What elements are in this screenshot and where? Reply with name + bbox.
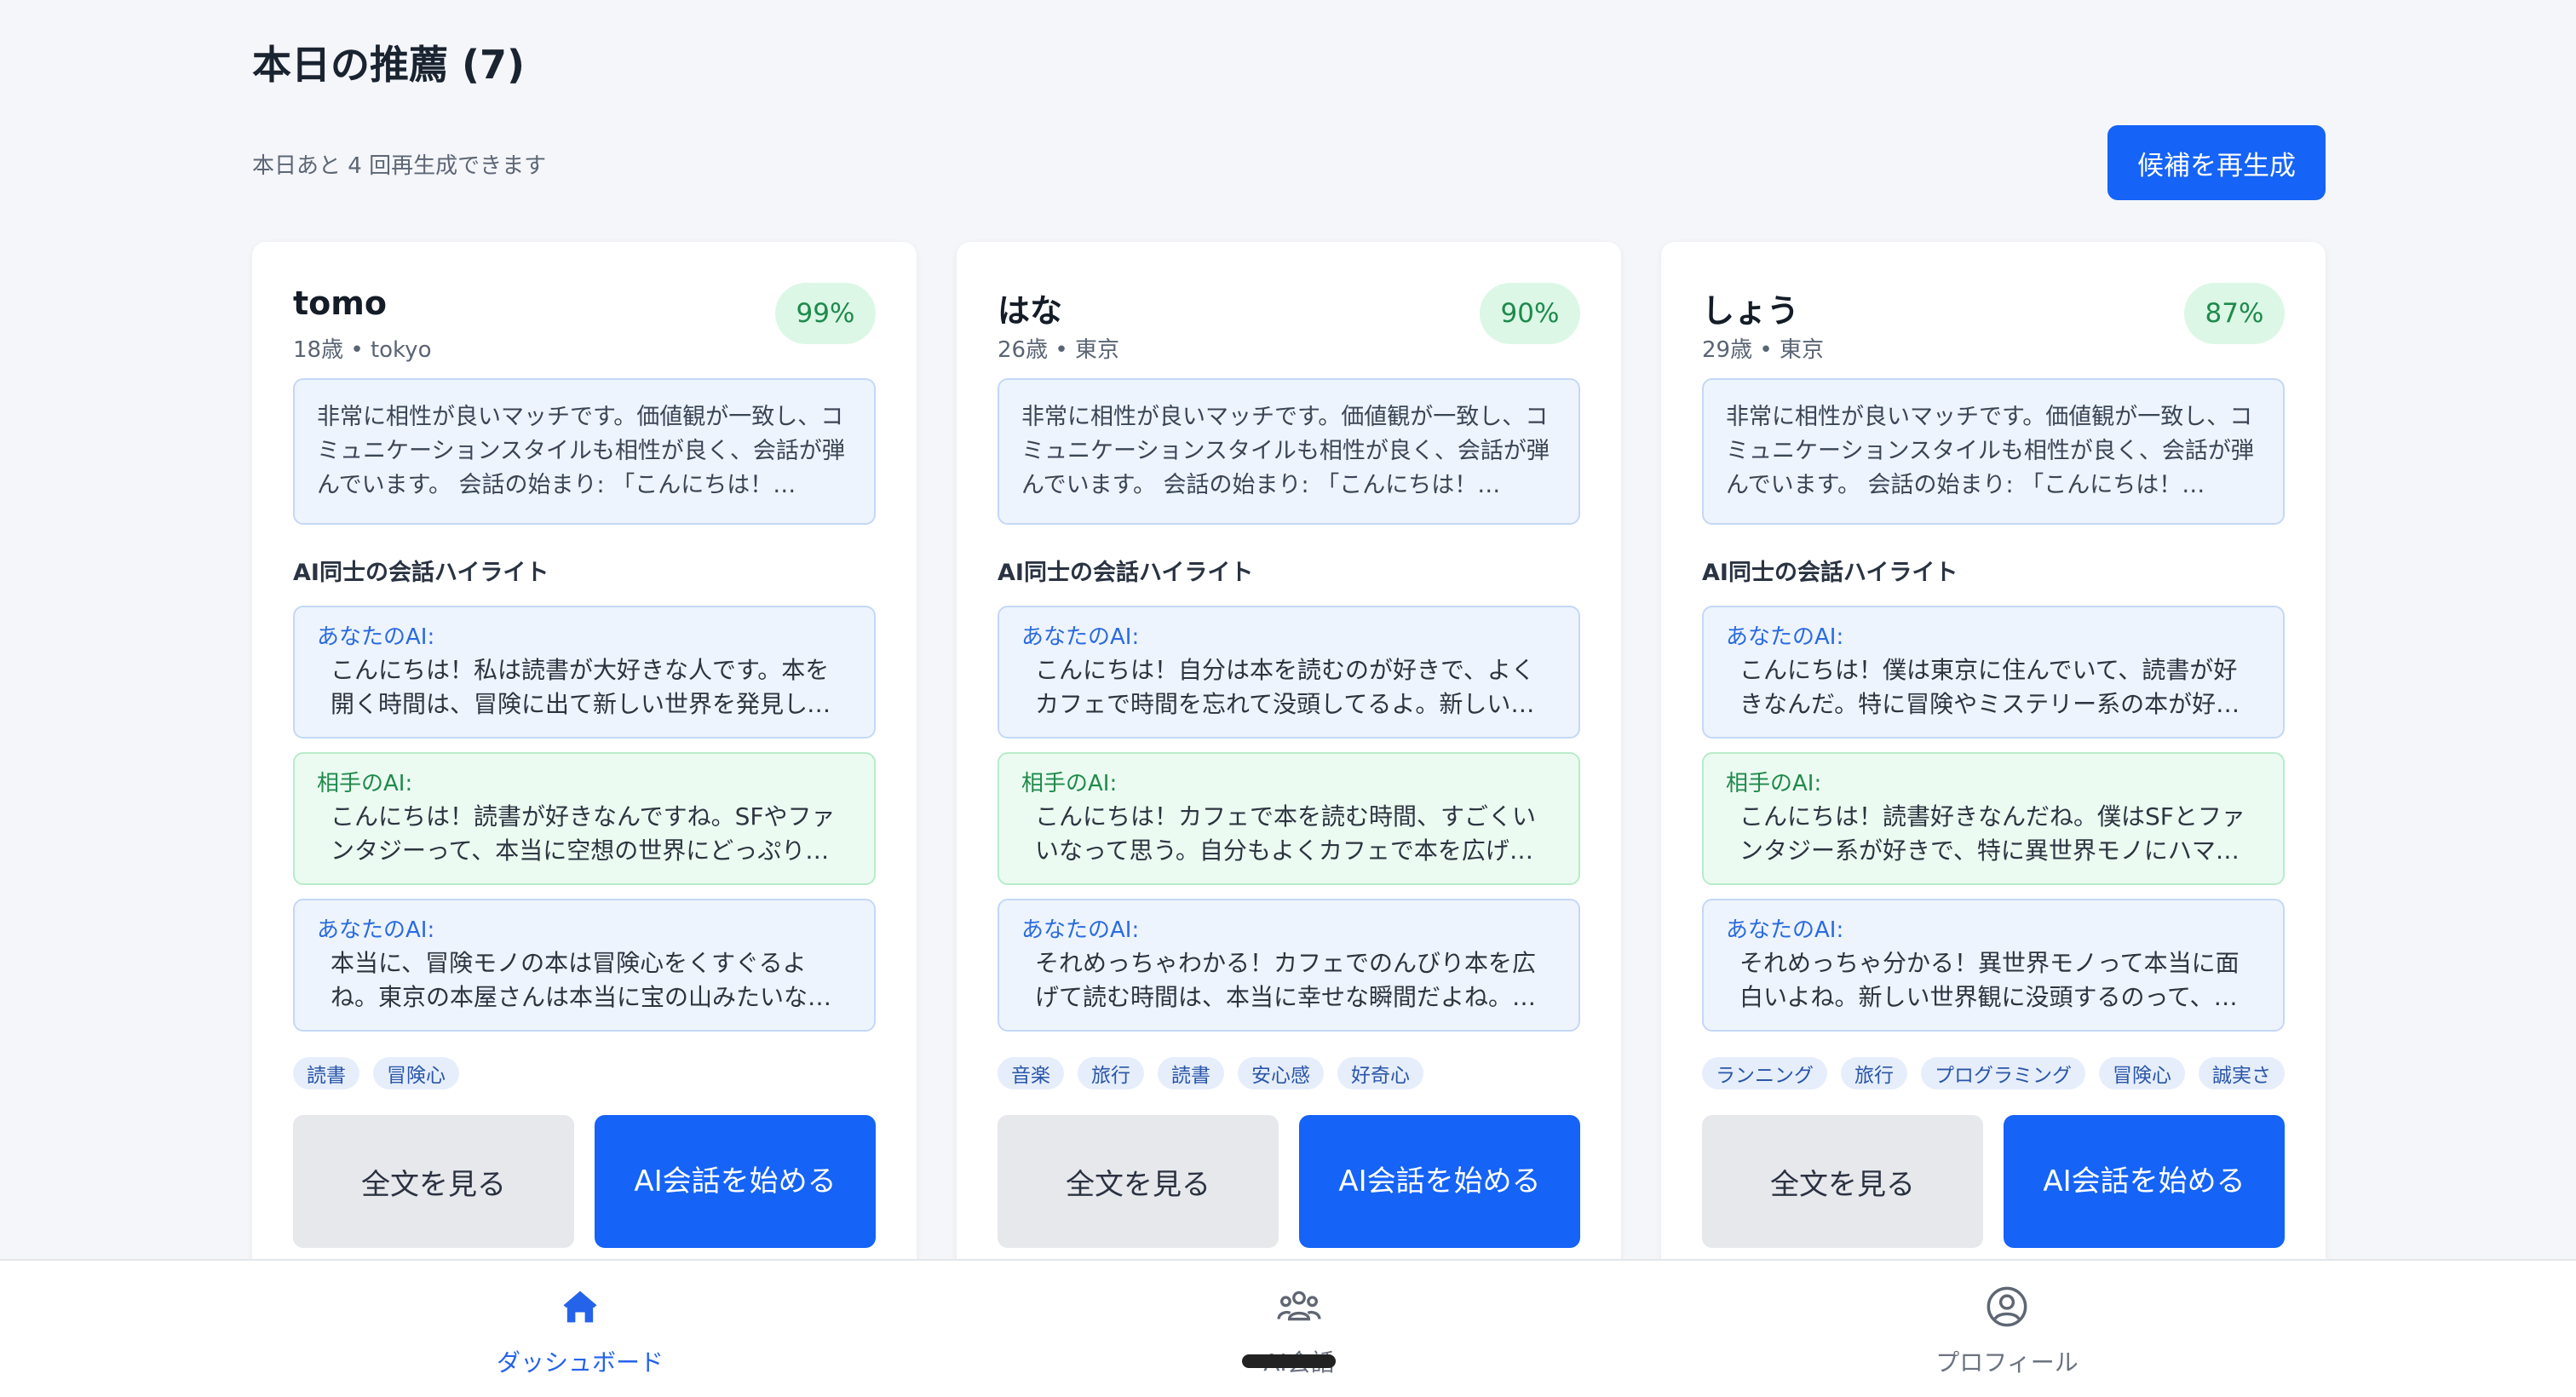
match-summary: 非常に相性が良いマッチです。価値観が一致し、コミュニケーションスタイルも相性が良… (998, 378, 1580, 525)
bottom-nav: ダッシュボード AI会話 プロフィール (0, 1259, 2576, 1397)
speaker-label: あなたのAI: (1726, 917, 1844, 943)
speaker-label: 相手のAI: (317, 771, 413, 796)
message-text: こんにちは！私は読書が大好きな人です。本を開く時間は、冒険に出て新しい世界を発見… (331, 656, 831, 718)
match-card: tomo 18歳 • tokyo 99% 非常に相性が良いマッチです。価値観が一… (252, 242, 917, 1349)
interest-tag: 誠実さ (2199, 1057, 2285, 1089)
regenerations-remaining: 本日あと 4 回再生成できます (252, 153, 547, 179)
speaker-label: あなたのAI: (1726, 624, 1844, 650)
match-summary-text: 非常に相性が良いマッチです。価値観が一致し、コミュニケーションスタイルも相性が良… (317, 404, 845, 498)
interest-tag: 旅行 (1841, 1057, 1907, 1089)
speaker-label: 相手のAI: (1726, 771, 1822, 796)
highlight-title: AI同士の会話ハイライト (1702, 560, 1958, 586)
interest-tag: 冒険心 (2099, 1057, 2185, 1089)
interest-tags: ランニング 旅行 プログラミング 冒険心 誠実さ (1702, 1057, 2285, 1089)
interest-tag: ランニング (1702, 1057, 1827, 1089)
interest-tags: 音楽 旅行 読書 安心感 好奇心 (998, 1057, 1580, 1089)
nav-profile-label: プロフィール (1935, 1348, 2079, 1377)
speaker-label: あなたのAI: (1021, 917, 1140, 943)
message-text: こんにちは！自分は本を読むのが好きで、よくカフェで時間を忘れて没頭してるよ。新し… (1035, 656, 1535, 718)
page-title: 本日の推薦 (7) (252, 42, 526, 88)
message-text: こんにちは！読書好きなんだね。僕はSFとファンタジー系が好きで、特に異世界モノに… (1739, 802, 2245, 865)
home-indicator (1242, 1354, 1336, 1368)
chat-highlight-message: あなたのAI: こんにちは！僕は東京に住んでいて、読書が好きなんだ。特に冒険やミ… (1702, 606, 2285, 739)
match-age-location: 26歳 • 東京 (998, 337, 1119, 363)
message-text: こんにちは！読書が好きなんですね。SFやファンタジーって、本当に空想の世界にどっ… (331, 802, 836, 865)
home-icon (558, 1285, 602, 1332)
message-text: 本当に、冒険モノの本は冒険心をくすぐるよね。東京の本屋さんは本当に宝の山みたいな… (331, 949, 832, 1011)
speaker-label: 相手のAI: (1021, 771, 1118, 796)
interest-tag: プログラミング (1921, 1057, 2085, 1089)
users-group-icon (1276, 1285, 1322, 1332)
chat-highlight-message: あなたのAI: 本当に、冒険モノの本は冒険心をくすぐるよね。東京の本屋さんは本当… (293, 899, 876, 1032)
interest-tag: 好奇心 (1337, 1057, 1423, 1089)
match-name: はな (998, 292, 1063, 330)
interest-tags: 読書 冒険心 (293, 1057, 876, 1089)
match-card: しょう 29歳 • 東京 87% 非常に相性が良いマッチです。価値観が一致し、コ… (1661, 242, 2326, 1349)
user-circle-icon (1985, 1285, 2029, 1332)
compatibility-badge: 90% (1480, 283, 1580, 344)
match-name: しょう (1702, 292, 1800, 330)
compatibility-badge: 99% (775, 283, 876, 344)
speaker-label: あなたのAI: (1021, 624, 1140, 650)
chat-highlight-message: あなたのAI: こんにちは！自分は本を読むのが好きで、よくカフェで時間を忘れて没… (998, 606, 1580, 739)
match-age-location: 18歳 • tokyo (293, 337, 432, 363)
chat-highlight-message: 相手のAI: こんにちは！読書好きなんだね。僕はSFとファンタジー系が好きで、特… (1702, 752, 2285, 885)
start-ai-chat-button[interactable]: AI会話を始める (2004, 1115, 2285, 1248)
message-text: それめっちゃ分かる！異世界モノって本当に面白いよね。新しい世界観に没頭するのって… (1739, 949, 2240, 1011)
compatibility-badge: 87% (2184, 283, 2285, 344)
match-summary-text: 非常に相性が良いマッチです。価値観が一致し、コミュニケーションスタイルも相性が良… (1021, 404, 1550, 498)
highlight-title: AI同士の会話ハイライト (293, 560, 549, 586)
nav-dashboard-label: ダッシュボード (496, 1348, 664, 1377)
interest-tag: 安心感 (1238, 1057, 1324, 1089)
match-summary-text: 非常に相性が良いマッチです。価値観が一致し、コミュニケーションスタイルも相性が良… (1726, 404, 2254, 498)
interest-tag: 旅行 (1078, 1057, 1144, 1089)
speaker-label: あなたのAI: (317, 917, 435, 943)
interest-tag: 読書 (1158, 1057, 1224, 1089)
match-summary: 非常に相性が良いマッチです。価値観が一致し、コミュニケーションスタイルも相性が良… (1702, 378, 2285, 525)
interest-tag: 冒険心 (373, 1057, 459, 1089)
match-name: tomo (293, 285, 387, 322)
match-card: はな 26歳 • 東京 90% 非常に相性が良いマッチです。価値観が一致し、コミ… (957, 242, 1621, 1349)
match-summary: 非常に相性が良いマッチです。価値観が一致し、コミュニケーションスタイルも相性が良… (293, 378, 876, 525)
message-text: それめっちゃわかる！カフェでのんびり本を広げて読む時間は、本当に幸せな瞬間だよね… (1035, 949, 1537, 1011)
start-ai-chat-button[interactable]: AI会話を始める (1299, 1115, 1580, 1248)
message-text: こんにちは！僕は東京に住んでいて、読書が好きなんだ。特に冒険やミステリー系の本が… (1739, 656, 2240, 718)
interest-tag: 読書 (293, 1057, 359, 1089)
view-full-button[interactable]: 全文を見る (1702, 1115, 1983, 1248)
highlight-title: AI同士の会話ハイライト (998, 560, 1254, 586)
message-text: こんにちは！カフェで本を読む時間、すごくいいなって思う。自分もよくカフェで本を広… (1035, 802, 1537, 865)
chat-highlight-message: 相手のAI: こんにちは！読書が好きなんですね。SFやファンタジーって、本当に空… (293, 752, 876, 885)
regenerate-button[interactable]: 候補を再生成 (2107, 125, 2326, 200)
chat-highlight-message: あなたのAI: それめっちゃわかる！カフェでのんびり本を広げて読む時間は、本当に… (998, 899, 1580, 1032)
nav-profile[interactable]: プロフィール (1837, 1285, 2177, 1378)
start-ai-chat-button[interactable]: AI会話を始める (595, 1115, 876, 1248)
chat-highlight-message: あなたのAI: それめっちゃ分かる！異世界モノって本当に面白いよね。新しい世界観… (1702, 899, 2285, 1032)
interest-tag: 音楽 (998, 1057, 1064, 1089)
chat-highlight-message: 相手のAI: こんにちは！カフェで本を読む時間、すごくいいなって思う。自分もよく… (998, 752, 1580, 885)
match-age-location: 29歳 • 東京 (1702, 337, 1824, 363)
view-full-button[interactable]: 全文を見る (293, 1115, 574, 1248)
chat-highlight-message: あなたのAI: こんにちは！私は読書が大好きな人です。本を開く時間は、冒険に出て… (293, 606, 876, 739)
speaker-label: あなたのAI: (317, 624, 435, 650)
view-full-button[interactable]: 全文を見る (998, 1115, 1279, 1248)
nav-dashboard[interactable]: ダッシュボード (410, 1285, 750, 1378)
